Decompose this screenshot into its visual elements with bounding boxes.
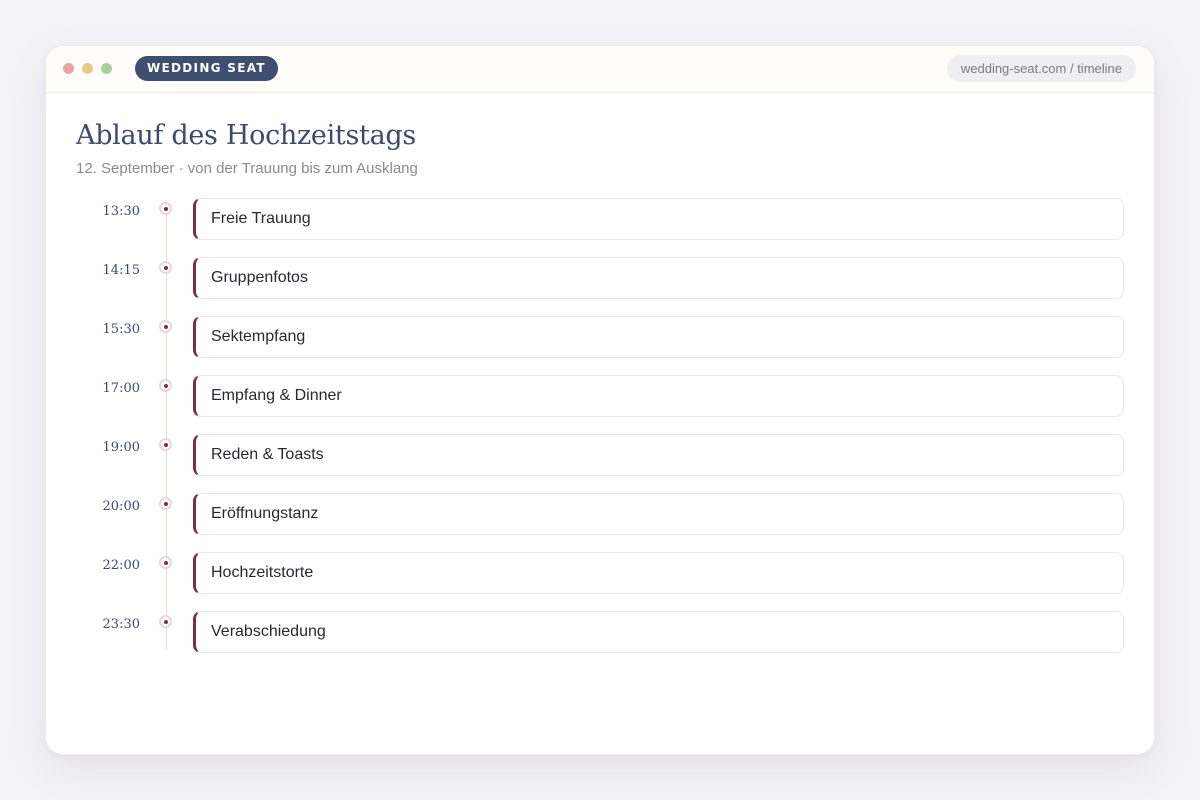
page-title: Ablauf des Hochzeitstags [76, 120, 416, 151]
timeline-event: 17:00 Empfang & Dinner [46, 375, 1154, 418]
timeline-node-icon [159, 202, 172, 215]
event-time: 22:00 [102, 558, 140, 573]
close-window-icon[interactable] [63, 63, 74, 74]
timeline-event: 22:00 Hochzeitstorte [46, 552, 1154, 595]
event-card[interactable]: Freie Trauung [193, 198, 1124, 240]
timeline-event: 23:30 Verabschiedung [46, 611, 1154, 654]
maximize-window-icon[interactable] [101, 63, 112, 74]
event-time: 15:30 [102, 322, 140, 337]
timeline-node-icon [159, 261, 172, 274]
event-card[interactable]: Reden & Toasts [193, 434, 1124, 476]
app-window: WEDDING SEAT wedding-seat.com / timeline… [45, 45, 1155, 755]
timeline-node-icon [159, 497, 172, 510]
timeline-node-icon [159, 320, 172, 333]
timeline-event: 13:30 Freie Trauung [46, 198, 1154, 241]
event-card[interactable]: Gruppenfotos [193, 257, 1124, 299]
page-subtitle: 12. September · von der Trauung bis zum … [76, 160, 418, 177]
timeline-node-icon [159, 438, 172, 451]
event-time: 19:00 [102, 440, 140, 455]
event-time: 23:30 [102, 617, 140, 632]
timeline-node-icon [159, 379, 172, 392]
brand-badge: WEDDING SEAT [135, 56, 278, 81]
timeline-event: 19:00 Reden & Toasts [46, 434, 1154, 477]
address-bar[interactable]: wedding-seat.com / timeline [946, 55, 1136, 82]
event-time: 20:00 [102, 499, 140, 514]
event-card[interactable]: Sektempfang [193, 316, 1124, 358]
event-card[interactable]: Hochzeitstorte [193, 552, 1124, 594]
event-card[interactable]: Eröffnungstanz [193, 493, 1124, 535]
event-time: 13:30 [102, 204, 140, 219]
timeline-event: 14:15 Gruppenfotos [46, 257, 1154, 300]
event-card[interactable]: Empfang & Dinner [193, 375, 1124, 417]
timeline-node-icon [159, 556, 172, 569]
minimize-window-icon[interactable] [82, 63, 93, 74]
timeline-event: 15:30 Sektempfang [46, 316, 1154, 359]
event-time: 14:15 [102, 263, 140, 278]
event-card[interactable]: Verabschiedung [193, 611, 1124, 653]
event-time: 17:00 [102, 381, 140, 396]
timeline-node-icon [159, 615, 172, 628]
timeline-event: 20:00 Eröffnungstanz [46, 493, 1154, 536]
title-bar: WEDDING SEAT wedding-seat.com / timeline [46, 46, 1154, 93]
